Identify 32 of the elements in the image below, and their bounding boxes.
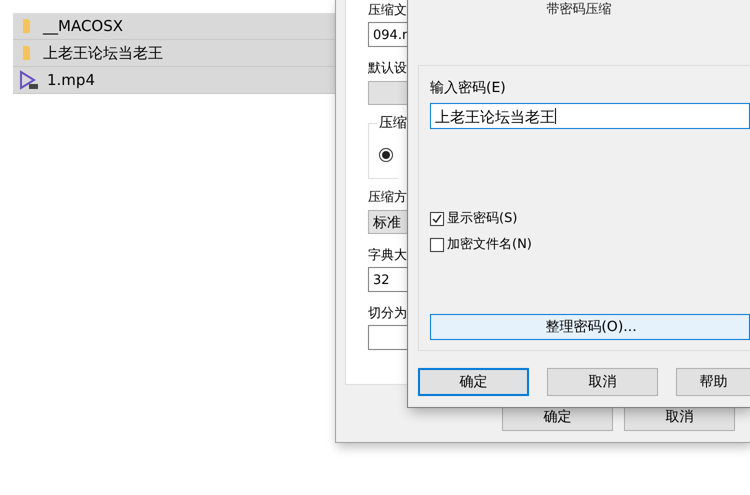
checkbox-label: 加密文件名(N) xyxy=(447,236,532,254)
input-field[interactable] xyxy=(368,325,408,350)
field-label: 切分为 xyxy=(368,305,408,323)
field-label: 默认设 xyxy=(368,60,408,78)
dropdown-button[interactable] xyxy=(368,81,408,105)
video-file-icon xyxy=(19,70,39,90)
select-field[interactable]: 标准 xyxy=(368,210,408,234)
field-label: 字典大 xyxy=(368,247,408,265)
group-label: 压缩 xyxy=(377,114,409,132)
dialog-button[interactable]: 帮助 xyxy=(676,368,750,396)
input-field[interactable]: 094.r xyxy=(368,22,408,47)
checkbox-label: 显示密码(S) xyxy=(447,210,518,228)
file-name: __MACOSX xyxy=(43,16,124,37)
checkbox[interactable] xyxy=(430,238,444,252)
input-field[interactable]: 32 xyxy=(368,267,408,292)
field-label: 压缩文 xyxy=(368,2,408,20)
file-row[interactable]: __MACOSX xyxy=(13,13,335,40)
folder-icon xyxy=(23,19,31,33)
dialog-button[interactable]: 确定 xyxy=(418,368,529,396)
file-name: 1.mp4 xyxy=(47,70,95,91)
radio-button[interactable] xyxy=(379,148,393,162)
file-name: 上老王论坛当老王 xyxy=(43,42,163,64)
checkbox[interactable] xyxy=(430,212,444,226)
manage-passwords-button[interactable]: 整理密码(O)... xyxy=(430,314,750,340)
window-title: 带密码压缩 xyxy=(546,1,612,19)
file-row[interactable]: 1.mp4 xyxy=(13,67,335,94)
dialog-button[interactable]: 取消 xyxy=(547,368,658,396)
field-label: 输入密码(E) xyxy=(430,79,507,98)
password-field[interactable]: 上老王论坛当老王 xyxy=(430,103,750,129)
field-label: 压缩方 xyxy=(368,189,408,207)
file-row[interactable]: 上老王论坛当老王 xyxy=(13,40,335,67)
folder-icon xyxy=(23,46,31,60)
